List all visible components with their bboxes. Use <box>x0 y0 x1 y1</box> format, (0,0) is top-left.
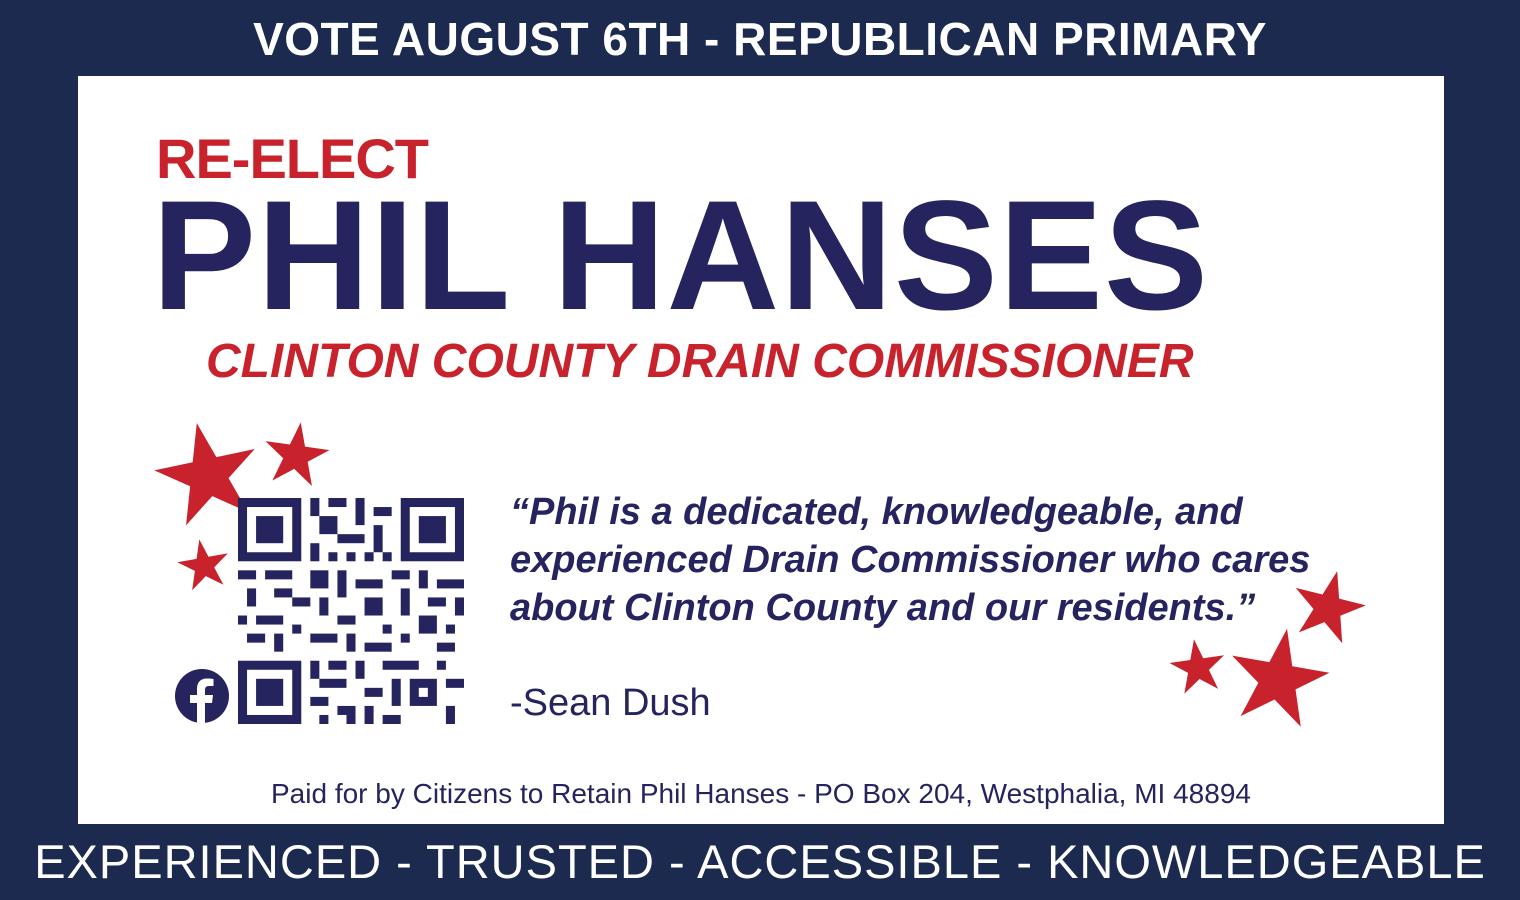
star-icon <box>174 534 234 592</box>
paid-for-disclaimer: Paid for by Citizens to Retain Phil Hans… <box>271 778 1251 809</box>
quote-attribution: -Sean Dush <box>510 682 711 724</box>
candidate-name: PHIL HANSES <box>152 169 1209 343</box>
office-title: CLINTON COUNTY DRAIN COMMISSIONER <box>206 335 1194 388</box>
top-banner: VOTE AUGUST 6TH - REPUBLICAN PRIMARY <box>253 13 1267 65</box>
main-panel: RE-ELECT PHIL HANSES CLINTON COUNTY DRAI… <box>78 76 1444 824</box>
facebook-icon[interactable] <box>174 668 230 724</box>
star-icon <box>1166 635 1229 696</box>
bottom-banner: EXPERIENCED - TRUSTED - ACCESSIBLE - KNO… <box>34 834 1486 888</box>
star-icon <box>1221 620 1336 731</box>
endorsement-quote: “Phil is a dedicated, knowledgeable, and… <box>510 491 1311 629</box>
star-icon <box>260 417 333 488</box>
qr-code-icon[interactable] <box>238 498 464 724</box>
